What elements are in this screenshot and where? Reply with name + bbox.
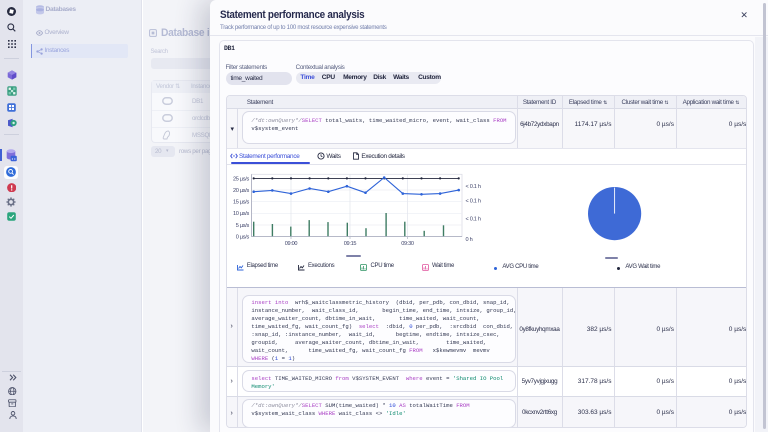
svg-text:09:00: 09:00: [285, 241, 298, 247]
svg-text:5 µs/s: 5 µs/s: [236, 223, 250, 229]
svg-text:09:30: 09:30: [401, 241, 414, 247]
svg-text:< 0.1 h: < 0.1 h: [465, 184, 480, 190]
svg-text:10 µs/s: 10 µs/s: [233, 211, 250, 217]
svg-text:09:15: 09:15: [344, 241, 357, 247]
svg-text:15 µs/s: 15 µs/s: [233, 200, 250, 206]
svg-text:0 µs/s: 0 µs/s: [236, 235, 250, 241]
svg-text:20 µs/s: 20 µs/s: [233, 188, 250, 194]
svg-text:25 µs/s: 25 µs/s: [233, 176, 250, 182]
svg-text:0 h: 0 h: [465, 237, 472, 243]
svg-text:< 0.1 h: < 0.1 h: [465, 199, 480, 205]
svg-text:< 0.1 h: < 0.1 h: [465, 217, 480, 223]
